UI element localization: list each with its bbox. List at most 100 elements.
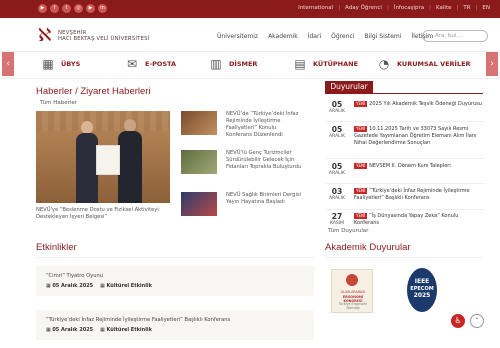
youtube-icon[interactable]: ▶ bbox=[38, 4, 47, 13]
date-day: 05 bbox=[331, 162, 343, 171]
linkedin-icon[interactable]: in bbox=[98, 4, 107, 13]
announcement-date: 27 KASIM bbox=[325, 212, 349, 226]
link-aday-ogrenci[interactable]: Aday Öğrenci bbox=[345, 5, 382, 11]
date-day: 03 bbox=[331, 187, 343, 196]
poster-line: IEEE bbox=[414, 278, 430, 285]
announcement-title: “İş Dünyasında Yapay Zeka” Konulu Konfer… bbox=[354, 213, 459, 226]
announcement-date: 05 ARALIK bbox=[325, 125, 349, 139]
poster-line: Türkiye Ergonomi Derneği bbox=[338, 302, 368, 310]
quick-link-kutuphane[interactable]: ▤ KÜTÜPHANE bbox=[292, 57, 358, 71]
date-month: ARALIK bbox=[329, 196, 345, 201]
quick-link-eposta[interactable]: ✉ E-POSTA bbox=[124, 57, 176, 71]
news-heading: Haberler / Ziyaret Haberleri bbox=[36, 86, 151, 97]
top-links: International | Aday Öğrenci | İnfocaşipra… bbox=[298, 5, 490, 11]
top-bar: ▶ f t ◎ ▶ in International | Aday Öğrenci… bbox=[0, 0, 500, 18]
date-day: 27 bbox=[331, 212, 343, 221]
calendar-icon: ▦ bbox=[46, 283, 51, 289]
new-badge: YENİ bbox=[354, 126, 368, 132]
separator: | bbox=[338, 5, 341, 11]
chevron-left-icon[interactable]: ‹ bbox=[2, 52, 14, 76]
ieee-epecom-poster[interactable]: IEEE EPECOM 2025 bbox=[407, 268, 437, 312]
date-day: 05 bbox=[331, 125, 343, 134]
announcement-date: 05 ARALIK bbox=[325, 100, 349, 114]
new-badge: YENİ bbox=[354, 101, 368, 107]
social-links: ▶ f t ◎ ▶ in bbox=[38, 4, 107, 13]
link-international[interactable]: International bbox=[298, 5, 333, 11]
congress-logo-icon bbox=[346, 274, 358, 286]
event-date: ▦ 05 Aralık 2025 bbox=[46, 327, 93, 333]
announcement-text: YENİ NEVSEM II. Dönem Kurs Talepleri bbox=[354, 163, 484, 170]
lang-tr[interactable]: TR bbox=[463, 5, 470, 11]
search-placeholder: Ara, bul... bbox=[435, 33, 462, 39]
nav-ogrenci[interactable]: Öğrenci bbox=[331, 33, 354, 40]
event-date-text: 05 Aralık 2025 bbox=[52, 283, 94, 289]
announcement-date: 03 ARALIK bbox=[325, 187, 349, 201]
quick-link-label: KURUMSAL VERİLER bbox=[397, 60, 471, 68]
logo-line2: HACI BEKTAŞ VELİ ÜNİVERSİTESİ bbox=[58, 36, 150, 42]
new-badge: YENİ bbox=[354, 213, 368, 219]
announcement-text: YENİ “İş Dünyasında Yapay Zeka” Konulu Ko… bbox=[354, 213, 484, 226]
event-type: ▦ Kültürel Etkinlik bbox=[100, 327, 152, 333]
poster-line: 2025 bbox=[413, 292, 431, 299]
nav-idari[interactable]: İdari bbox=[308, 33, 321, 40]
calendar-icon: ▦ bbox=[46, 327, 51, 333]
event-card[interactable]: “Cimri” Tiyatro Oyunu ▦ 05 Aralık 2025 ▦… bbox=[36, 266, 314, 296]
divider bbox=[325, 93, 483, 94]
instagram-icon[interactable]: ◎ bbox=[74, 4, 83, 13]
event-type-text: Kültürel Etkinlik bbox=[106, 327, 152, 333]
nav-akademik[interactable]: Akademik bbox=[268, 33, 298, 40]
quick-link-label: ÜBYS bbox=[61, 60, 81, 68]
link-kalite[interactable]: Kalite bbox=[436, 5, 451, 11]
all-announcements-link[interactable]: Tüm Duyurular bbox=[328, 228, 369, 234]
mail-icon: ✉ bbox=[126, 57, 138, 71]
date-month: ARALIK bbox=[329, 134, 345, 139]
search-input[interactable]: ⌕ Ara, bul... bbox=[422, 30, 488, 42]
event-card[interactable]: “Türkiye’deki İnfaz Rejiminde İyileştirm… bbox=[36, 310, 314, 340]
separator: | bbox=[429, 5, 432, 11]
date-month: ARALIK bbox=[329, 109, 345, 114]
event-date: ▦ 05 Aralık 2025 bbox=[46, 283, 93, 289]
news-thumbnail bbox=[181, 150, 217, 174]
announcement-title: 10.11.2025 Tarih ve 33073 Sayılı Resmi G… bbox=[354, 126, 477, 146]
separator: | bbox=[386, 5, 389, 11]
featured-news-caption[interactable]: NEVÜ'ye “Beslenme Dostu ve Fiziksel Akti… bbox=[36, 207, 172, 221]
news-thumbnail bbox=[181, 192, 217, 216]
chevron-right-icon[interactable]: › bbox=[486, 52, 498, 76]
logo-mark-icon: ℵ bbox=[38, 25, 52, 46]
ergonomics-congress-poster[interactable]: ULUSLARARASI ERGONOMİ KONGRESİ Türkiye E… bbox=[331, 269, 373, 313]
library-icon: ▤ bbox=[294, 57, 306, 71]
calendar-icon: ▦ bbox=[100, 283, 105, 289]
scroll-top-icon[interactable]: ⌃ bbox=[470, 314, 484, 328]
calendar-icon: ▦ bbox=[100, 327, 105, 333]
separator: | bbox=[456, 5, 459, 11]
announcements-heading: Duyurular bbox=[325, 81, 373, 93]
new-badge: YENİ bbox=[354, 163, 368, 169]
featured-news-image[interactable] bbox=[36, 111, 170, 203]
nav-bilgi-sistemi[interactable]: Bilgi Sistemi bbox=[364, 33, 401, 40]
person-body bbox=[76, 133, 98, 203]
quick-link-kurumsal-veriler[interactable]: ◔ KURUMSAL VERİLER bbox=[376, 57, 471, 71]
event-type-text: Kültürel Etkinlik bbox=[106, 283, 152, 289]
event-date-text: 05 Aralık 2025 bbox=[52, 327, 94, 333]
quick-link-dismer[interactable]: ▥ DİSMER bbox=[208, 57, 257, 71]
quick-link-ubys[interactable]: ▦ ÜBYS bbox=[40, 57, 80, 71]
video-icon[interactable]: ▶ bbox=[86, 4, 95, 13]
all-news-link[interactable]: Tüm Haberler bbox=[40, 100, 77, 106]
announcement-item[interactable]: 27 KASIM YENİ “İş Dünyasında Yapay Zeka” K… bbox=[325, 212, 485, 226]
certificate bbox=[96, 145, 120, 175]
accessibility-icon[interactable]: ♿ bbox=[451, 314, 465, 328]
announcement-text: YENİ 2025 Yılı Akademik Teşvik Ödeneği Du… bbox=[354, 101, 484, 108]
twitter-icon[interactable]: t bbox=[62, 4, 71, 13]
main-nav: Üniversitemiz Akademik İdari Öğrenci Bil… bbox=[217, 33, 433, 40]
announcement-date: 05 ARALIK bbox=[325, 162, 349, 176]
university-logo[interactable]: ℵ NEVŞEHİR HACI BEKTAŞ VELİ ÜNİVERSİTESİ bbox=[38, 26, 149, 46]
facebook-icon[interactable]: f bbox=[50, 4, 59, 13]
date-month: KASIM bbox=[329, 221, 345, 226]
link-infocasipra[interactable]: İnfocaşipra bbox=[394, 5, 424, 11]
nav-universitemiz[interactable]: Üniversitemiz bbox=[217, 33, 258, 40]
search-icon: ⌕ bbox=[426, 33, 430, 40]
chart-icon: ◔ bbox=[378, 57, 390, 71]
events-heading: Etkinlikler bbox=[36, 242, 77, 253]
lang-en[interactable]: EN bbox=[482, 5, 490, 11]
news-title: NEVÜ’de “Türkiye’deki İnfaz Rejiminde İy… bbox=[226, 111, 299, 138]
